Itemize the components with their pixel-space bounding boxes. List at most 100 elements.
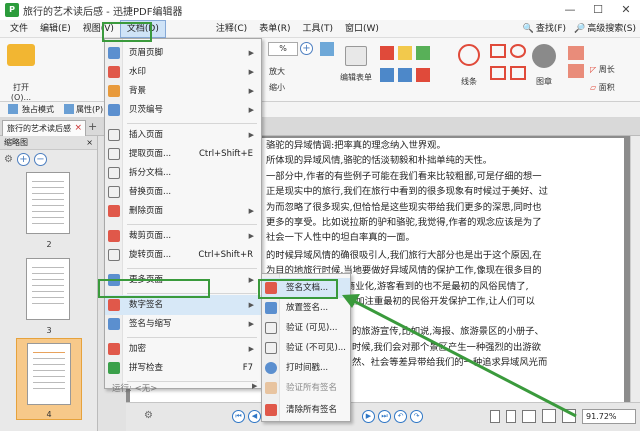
menu-item-verify-all[interactable]: 验证所有签名	[262, 378, 350, 398]
menu-window[interactable]: 窗口(W)	[339, 20, 385, 38]
menu-item-signature-initials[interactable]: 签名与缩写 ▶	[105, 314, 261, 334]
zoom-level-select[interactable]: 91.72%	[582, 409, 636, 424]
prev-page-button[interactable]: ◀	[248, 410, 261, 423]
menu-item-rotate-pages[interactable]: 旋转页面... Ctrl+Shift+R	[105, 245, 261, 265]
menu-item-watermark[interactable]: 水印 ▶	[105, 62, 261, 82]
document-tab[interactable]: 旅行的艺术读后感 ×	[2, 120, 86, 136]
more-pages-icon	[108, 274, 120, 286]
status-gear-icon[interactable]: ⚙	[144, 410, 153, 421]
exclusive-mode-button[interactable]: 独占模式	[22, 104, 54, 115]
maximize-button[interactable]: ☐	[584, 0, 612, 20]
ellipse-icon[interactable]	[510, 44, 526, 58]
menu-item-verify-visible[interactable]: 验证 (可见)...	[262, 318, 350, 338]
highlight-icon[interactable]	[416, 46, 430, 60]
continuous-page-icon[interactable]	[506, 410, 516, 423]
vertical-scrollbar[interactable]	[630, 136, 640, 402]
menu-item-bates-numbering[interactable]: 贝茨编号 ▶	[105, 100, 261, 120]
menu-item-timestamp[interactable]: 打时间戳...	[262, 358, 350, 378]
menu-file[interactable]: 文件	[4, 20, 34, 38]
menu-comment[interactable]: 注释(C)	[210, 20, 253, 38]
zoom-out-thumbs-icon[interactable]: −	[33, 152, 47, 166]
find-button[interactable]: 🔍 查找(F)	[523, 20, 566, 38]
area-button[interactable]: ▱ 面积	[590, 82, 636, 93]
hand-icon[interactable]	[320, 42, 334, 56]
page-number-label: 3	[46, 326, 52, 335]
attach-icon[interactable]	[416, 68, 430, 82]
signature-initials-icon	[108, 318, 120, 330]
minimize-button[interactable]: —	[556, 0, 584, 20]
cloud-icon[interactable]	[510, 66, 526, 80]
single-page-icon[interactable]	[490, 410, 500, 423]
note-icon[interactable]	[398, 46, 412, 60]
next-page-button[interactable]: ▶	[362, 410, 375, 423]
document-tab-bar: 旅行的艺术读后感 × +	[0, 118, 640, 136]
status-bar: ⚙ ⏮ ◀ ▶ ⏭ ↶ ↷ 91.72%	[126, 402, 640, 431]
menu-item-sign-document[interactable]: 签名文档...	[262, 278, 350, 298]
pencil-icon[interactable]	[568, 64, 584, 78]
rotate-icon	[108, 249, 120, 261]
bates-icon	[108, 104, 120, 116]
menu-form[interactable]: 表单(R)	[253, 20, 296, 38]
menu-item-split-document[interactable]: 拆分文档...	[105, 163, 261, 183]
menu-item-header-footer[interactable]: 页眉页脚 ▶	[105, 43, 261, 63]
open-button[interactable]: 打开(O)...	[4, 44, 38, 102]
line-icon	[458, 44, 480, 66]
menu-item-background[interactable]: 背景 ▶	[105, 81, 261, 101]
zoom-in-thumbs-icon[interactable]: +	[16, 152, 30, 166]
menu-view[interactable]: 视图(V)	[77, 20, 120, 38]
background-icon	[108, 85, 120, 97]
run-arrow-icon: ▶	[252, 382, 258, 390]
fit-width-icon[interactable]	[562, 409, 576, 423]
gear-icon[interactable]: ⚙	[4, 154, 13, 165]
close-button[interactable]: ✕	[612, 0, 640, 20]
line-button[interactable]: 线条	[452, 44, 486, 87]
edit-form-button[interactable]: 编辑表单	[336, 46, 376, 83]
tab-close-icon[interactable]: ×	[74, 121, 82, 136]
zoom-in-button[interactable]: 放大	[262, 66, 292, 77]
stamp-button[interactable]: 图章	[528, 44, 560, 87]
eraser-icon[interactable]	[568, 46, 584, 60]
crop-icon	[108, 230, 120, 242]
menu-item-spell-check[interactable]: 拼写检查 F7	[105, 358, 261, 378]
add-tab-button[interactable]: +	[88, 121, 98, 134]
comment-icon[interactable]	[380, 46, 394, 60]
polygon-icon[interactable]	[490, 66, 506, 80]
two-page-icon[interactable]	[522, 410, 536, 423]
menu-item-clear-all[interactable]: 清除所有签名	[262, 400, 350, 420]
menu-item-crop-pages[interactable]: 裁剪页面... ▶	[105, 226, 261, 246]
zoom-circle-icon[interactable]: +	[300, 42, 314, 55]
zoom-out-button[interactable]: 缩小	[262, 82, 292, 93]
text-box-icon[interactable]	[380, 68, 394, 82]
menu-item-digital-signature[interactable]: 数字签名 ▶	[105, 295, 261, 315]
menu-item-insert-pages[interactable]: 插入页面 ▶	[105, 125, 261, 145]
menu-item-verify-invisible[interactable]: 验证 (不可见)...	[262, 338, 350, 358]
menu-item-run[interactable]: 运行: <无>	[112, 382, 157, 394]
extract-pages-icon	[108, 148, 120, 160]
ribbon-toolbar: 打开(O)... % + 放大 缩小 编辑表单 线条 图章 ◸ 周长 ▱ 面积	[0, 38, 640, 102]
first-page-button[interactable]: ⏮	[232, 410, 245, 423]
menu-document[interactable]: 文档(D)	[119, 19, 166, 38]
secondary-toolbar: 独占模式 属性(P)...	[0, 102, 640, 118]
rectangle-icon[interactable]	[490, 44, 506, 58]
menu-edit[interactable]: 编辑(E)	[34, 20, 77, 38]
last-page-button[interactable]: ⏭	[378, 410, 391, 423]
area-icon: ▱	[590, 83, 599, 92]
menu-item-more-pages[interactable]: 更多页面 ▶	[105, 270, 261, 290]
page-thumbnail[interactable]	[26, 172, 70, 234]
menu-item-extract-pages[interactable]: 提取页面... Ctrl+Shift+E	[105, 144, 261, 164]
callout-icon[interactable]	[398, 68, 412, 82]
panel-close-icon[interactable]: ×	[86, 136, 93, 150]
fit-page-icon[interactable]	[542, 409, 556, 423]
advanced-find-button[interactable]: 🔎 高级搜索(S)	[574, 20, 636, 38]
menu-tools[interactable]: 工具(T)	[296, 20, 339, 38]
page-thumbnail-selected[interactable]	[27, 343, 71, 405]
menu-item-delete-pages[interactable]: 删除页面 ▶	[105, 201, 261, 221]
perimeter-button[interactable]: ◸ 周长	[590, 64, 636, 75]
forward-button[interactable]: ↷	[410, 410, 423, 423]
menu-item-replace-pages[interactable]: 替换页面...	[105, 182, 261, 202]
back-button[interactable]: ↶	[394, 410, 407, 423]
zoom-select[interactable]: %	[268, 42, 298, 56]
page-thumbnail[interactable]	[26, 258, 70, 320]
menu-item-encrypt[interactable]: 加密 ▶	[105, 339, 261, 359]
menu-item-place-signature[interactable]: 放置签名...	[262, 298, 350, 318]
